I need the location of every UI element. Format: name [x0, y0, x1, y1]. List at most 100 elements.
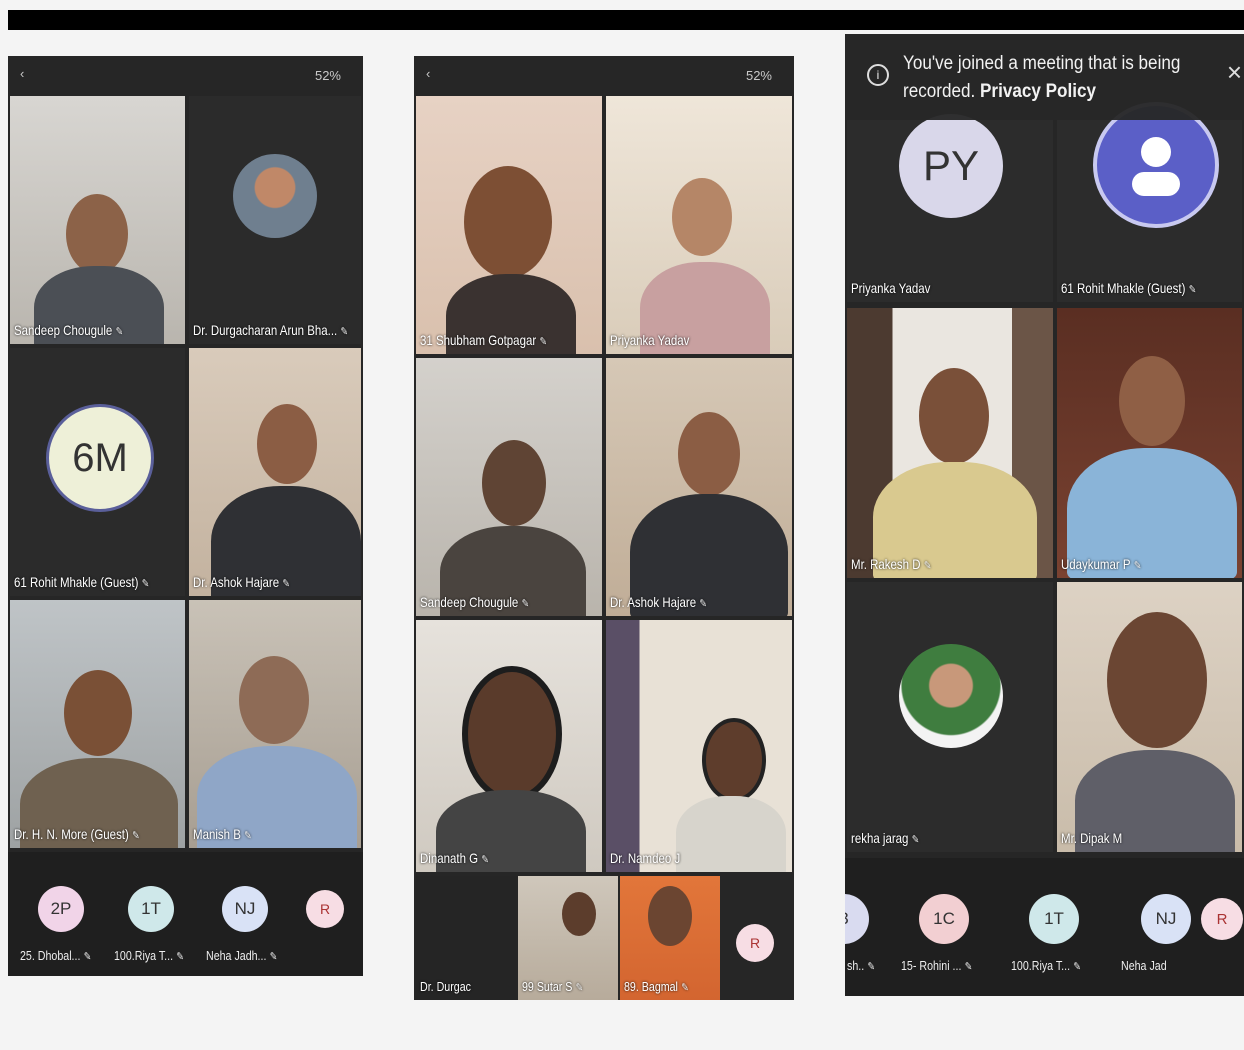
avatar-tile[interactable]: rekha jarag ✎: [847, 582, 1053, 852]
battery-level: 52%: [314, 68, 341, 83]
mic-off-icon: ✎: [83, 951, 92, 963]
mic-off-icon: ✎: [681, 982, 689, 994]
video-tile[interactable]: Sandeep Chougule ✎: [416, 358, 602, 616]
participant-avatar[interactable]: 2P: [38, 886, 84, 932]
participant-face: [239, 656, 309, 744]
participant-name: Sandeep Chougule ✎: [14, 322, 124, 338]
person-avatar-icon: [1093, 102, 1219, 228]
participant-name: Priyanka Yadav: [610, 332, 690, 348]
participant-name: sh.. ✎: [847, 958, 876, 973]
participant-face: [462, 666, 562, 802]
phone-screenshot-1: ‹ 52% Sandeep Chougule ✎ Dr. Durgacharan …: [8, 56, 363, 976]
privacy-policy-link[interactable]: Privacy Policy: [980, 81, 1096, 102]
video-tile[interactable]: Udaykumar P ✎: [1057, 308, 1242, 578]
participant-name: Dr. Durgacharan Arun Bha... ✎: [193, 322, 349, 338]
recording-notice-text: You've joined a meeting that is being re…: [903, 53, 1181, 102]
participant-name: Dinanath G ✎: [420, 850, 489, 866]
back-icon[interactable]: ‹: [20, 66, 24, 81]
participant-thumb[interactable]: 99 Sutar S ✎: [518, 876, 618, 1000]
participant-avatar[interactable]: 1T: [1029, 894, 1079, 944]
participant-name: Neha Jad: [1121, 958, 1167, 973]
mic-off-icon: ✎: [911, 834, 920, 846]
participant-name: 89. Bagmal ✎: [624, 979, 689, 994]
participant-avatar[interactable]: 1T: [128, 886, 174, 932]
participant-face: [66, 194, 128, 274]
participant-thumb[interactable]: Dr. Durgac: [416, 876, 516, 1000]
participant-face: [1119, 356, 1185, 446]
participant-name: Mr. Dipak M: [1061, 830, 1123, 846]
participant-avatar[interactable]: NJ: [1141, 894, 1191, 944]
video-tile[interactable]: Mr. Rakesh D ✎: [847, 308, 1053, 578]
video-tile[interactable]: Priyanka Yadav: [606, 96, 792, 354]
mic-off-icon: ✎: [923, 560, 932, 572]
back-icon[interactable]: ‹: [426, 66, 430, 81]
participant-name: Sandeep Chougule ✎: [420, 594, 530, 610]
video-tile[interactable]: Mr. Dipak M: [1057, 582, 1242, 852]
participant-face: [1107, 612, 1207, 748]
status-bar: ‹ 52%: [414, 56, 794, 94]
video-tile[interactable]: Dr. Durgacharan Arun Bha... ✎: [189, 96, 361, 344]
close-icon[interactable]: ×: [1227, 58, 1242, 86]
participant-strip: Dr. Durgac 99 Sutar S ✎ 89. Bagmal ✎ R: [414, 876, 794, 1000]
participant-face: [464, 166, 552, 278]
participant-strip: 2P 25. Dhobal... ✎ 1T 100.Riya T... ✎ NJ N…: [8, 852, 363, 976]
participant-name: Udaykumar P ✎: [1061, 556, 1142, 572]
participant-name: Neha Jadh... ✎: [206, 948, 278, 963]
video-tile[interactable]: 31 Shubham Gotpagar ✎: [416, 96, 602, 354]
initials-avatar: PY: [899, 114, 1003, 218]
video-tile[interactable]: Dinanath G ✎: [416, 620, 602, 872]
participant-name: 25. Dhobal... ✎: [20, 948, 92, 963]
participant-name: Mr. Rakesh D ✎: [851, 556, 932, 572]
participant-avatar[interactable]: R: [306, 890, 344, 928]
participant-name: 61 Rohit Mhakle (Guest) ✎: [1061, 280, 1197, 296]
mic-off-icon: ✎: [340, 326, 349, 338]
participant-name: 100.Riya T... ✎: [1011, 958, 1081, 973]
avatar-tile[interactable]: 6M 61 Rohit Mhakle (Guest) ✎: [10, 348, 185, 596]
participant-thumb[interactable]: 89. Bagmal ✎: [620, 876, 720, 1000]
mic-off-icon: ✎: [1188, 284, 1197, 296]
video-tile[interactable]: Dr. Ashok Hajare ✎: [606, 358, 792, 616]
participant-name: Dr. Ashok Hajare ✎: [193, 574, 290, 590]
participant-name: Manish B ✎: [193, 826, 252, 842]
participant-face: [648, 886, 692, 946]
video-tile[interactable]: Sandeep Chougule ✎: [10, 96, 185, 344]
phone-screenshot-2: ‹ 52% 31 Shubham Gotpagar ✎ Priyanka Yada…: [414, 56, 794, 1000]
participant-avatar[interactable]: R: [1201, 898, 1243, 940]
participant-name: Dr. Namdeo J: [610, 850, 681, 866]
video-tile[interactable]: Manish B ✎: [189, 600, 361, 848]
mic-off-icon: ✎: [141, 578, 150, 590]
video-tile[interactable]: Dr. Namdeo J: [606, 620, 792, 872]
participant-face: [702, 718, 766, 802]
participant-avatar[interactable]: 3: [845, 894, 869, 944]
status-bar: ‹ 52%: [8, 56, 363, 94]
participant-name: 15- Rohini ... ✎: [901, 958, 973, 973]
participant-face: [672, 178, 732, 256]
participant-face: [64, 670, 132, 756]
mic-off-icon: ✎: [282, 578, 290, 590]
mic-off-icon: ✎: [521, 598, 530, 610]
mic-off-icon: ✎: [115, 326, 124, 338]
participant-name: 99 Sutar S ✎: [522, 979, 584, 994]
mic-off-icon: ✎: [132, 830, 140, 842]
mic-off-icon: ✎: [699, 598, 707, 610]
participant-body: [676, 796, 786, 872]
participant-name: Dr. Durgac: [420, 979, 471, 994]
mic-off-icon: ✎: [867, 961, 876, 973]
participant-avatar[interactable]: NJ: [222, 886, 268, 932]
participant-name: 61 Rohit Mhakle (Guest) ✎: [14, 574, 150, 590]
participant-name: rekha jarag ✎: [851, 830, 920, 846]
mic-off-icon: ✎: [481, 854, 489, 866]
participant-name: Dr. H. N. More (Guest) ✎: [14, 826, 140, 842]
mic-off-icon: ✎: [176, 951, 184, 963]
video-tile[interactable]: Dr. Ashok Hajare ✎: [189, 348, 361, 596]
participant-name: 100.Riya T... ✎: [114, 948, 184, 963]
participant-face: [919, 368, 989, 464]
mic-off-icon: ✎: [1133, 560, 1142, 572]
participant-avatar[interactable]: R: [736, 924, 774, 962]
participant-name: Priyanka Yadav: [851, 280, 931, 296]
video-tile[interactable]: Dr. H. N. More (Guest) ✎: [10, 600, 185, 848]
participant-face: [482, 440, 546, 526]
participant-name: Dr. Ashok Hajare ✎: [610, 594, 707, 610]
participant-avatar[interactable]: 1C: [919, 894, 969, 944]
mic-off-icon: ✎: [964, 961, 973, 973]
